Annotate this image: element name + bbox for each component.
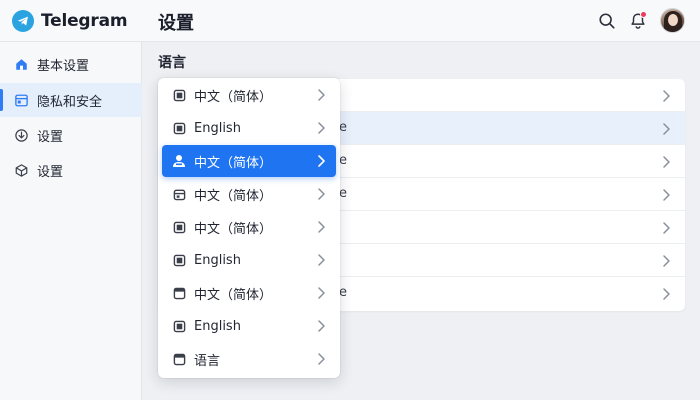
section-title-language: 语言 (158, 55, 186, 71)
window-icon (172, 286, 186, 300)
chevron-right-icon (663, 222, 670, 234)
dropdown-item[interactable]: 中文（简体） (162, 178, 336, 210)
dropdown-item-label: 语言 (194, 353, 221, 369)
chevron-right-icon (318, 89, 325, 101)
page-title: 设置 (158, 13, 194, 34)
dropdown-item-label: English (194, 120, 241, 136)
brand[interactable]: Telegram (12, 9, 128, 33)
telegram-logo-icon (12, 10, 34, 32)
dropdown-item-label: English (194, 252, 241, 268)
cube-icon (13, 162, 29, 178)
chevron-right-icon (663, 189, 670, 201)
window-icon (13, 92, 29, 108)
sidebar-item-label: 基本设置 (37, 58, 90, 74)
chevron-right-icon (663, 288, 670, 300)
dropdown-item-label: 中文（简体） (194, 89, 273, 105)
sidebar-item-label: 设置 (37, 129, 64, 145)
chevron-right-icon (318, 254, 325, 266)
square-icon (172, 319, 186, 333)
dropdown-item-label: 中文（简体） (194, 188, 273, 204)
sidebar-item-label: 设置 (37, 164, 64, 180)
sidebar-item-settings-2[interactable]: 设置 (0, 153, 142, 187)
sidebar-item-basic-settings[interactable]: 基本设置 (0, 47, 142, 81)
dropdown-item[interactable]: 中文（简体） (162, 277, 336, 309)
top-bar: Telegram 设置 (0, 0, 700, 42)
square-icon (172, 121, 186, 135)
calendar-icon (172, 187, 186, 201)
window-icon (172, 352, 186, 366)
chevron-right-icon (318, 320, 325, 332)
sidebar-item-settings-1[interactable]: 设置 (0, 118, 142, 152)
dropdown-item-label: 中文（简体） (194, 287, 273, 303)
dropdown-item[interactable]: 中文（简体） (162, 79, 336, 111)
chevron-right-icon (663, 90, 670, 102)
square-icon (172, 220, 186, 234)
chevron-right-icon (318, 188, 325, 200)
shield-download-icon (13, 127, 29, 143)
language-dropdown-menu: 中文（简体） English 中文（简体） 中文（简体） 中文（简体） Engl (158, 78, 340, 378)
chevron-right-icon (318, 287, 325, 299)
brand-name: Telegram (41, 11, 128, 31)
avatar[interactable] (660, 8, 685, 33)
dropdown-item-label: 中文（简体） (194, 155, 273, 171)
sidebar: 基本设置 隐私和安全 设置 设置 (0, 42, 142, 400)
chevron-right-icon (318, 155, 325, 167)
square-icon (172, 88, 186, 102)
dropdown-item[interactable]: English (162, 112, 336, 144)
dropdown-item[interactable]: English (162, 244, 336, 276)
dropdown-item[interactable]: 中文（简体） (162, 211, 336, 243)
user-group-icon (172, 154, 186, 168)
sidebar-item-label: 隐私和安全 (37, 94, 103, 110)
chevron-right-icon (318, 221, 325, 233)
square-icon (172, 253, 186, 267)
sidebar-item-privacy-security[interactable]: 隐私和安全 (0, 83, 142, 117)
chevron-right-icon (318, 122, 325, 134)
dropdown-item-label: English (194, 318, 241, 334)
chevron-right-icon (663, 255, 670, 267)
chevron-right-icon (663, 123, 670, 135)
dropdown-item[interactable]: 语言 (162, 343, 336, 375)
notification-badge (640, 11, 647, 18)
search-icon[interactable] (596, 10, 618, 32)
chevron-right-icon (318, 353, 325, 365)
home-icon (13, 56, 29, 72)
dropdown-item-selected[interactable]: 中文（简体） (162, 145, 336, 177)
chevron-right-icon (663, 156, 670, 168)
dropdown-item[interactable]: English (162, 310, 336, 342)
dropdown-item-label: 中文（简体） (194, 221, 273, 237)
